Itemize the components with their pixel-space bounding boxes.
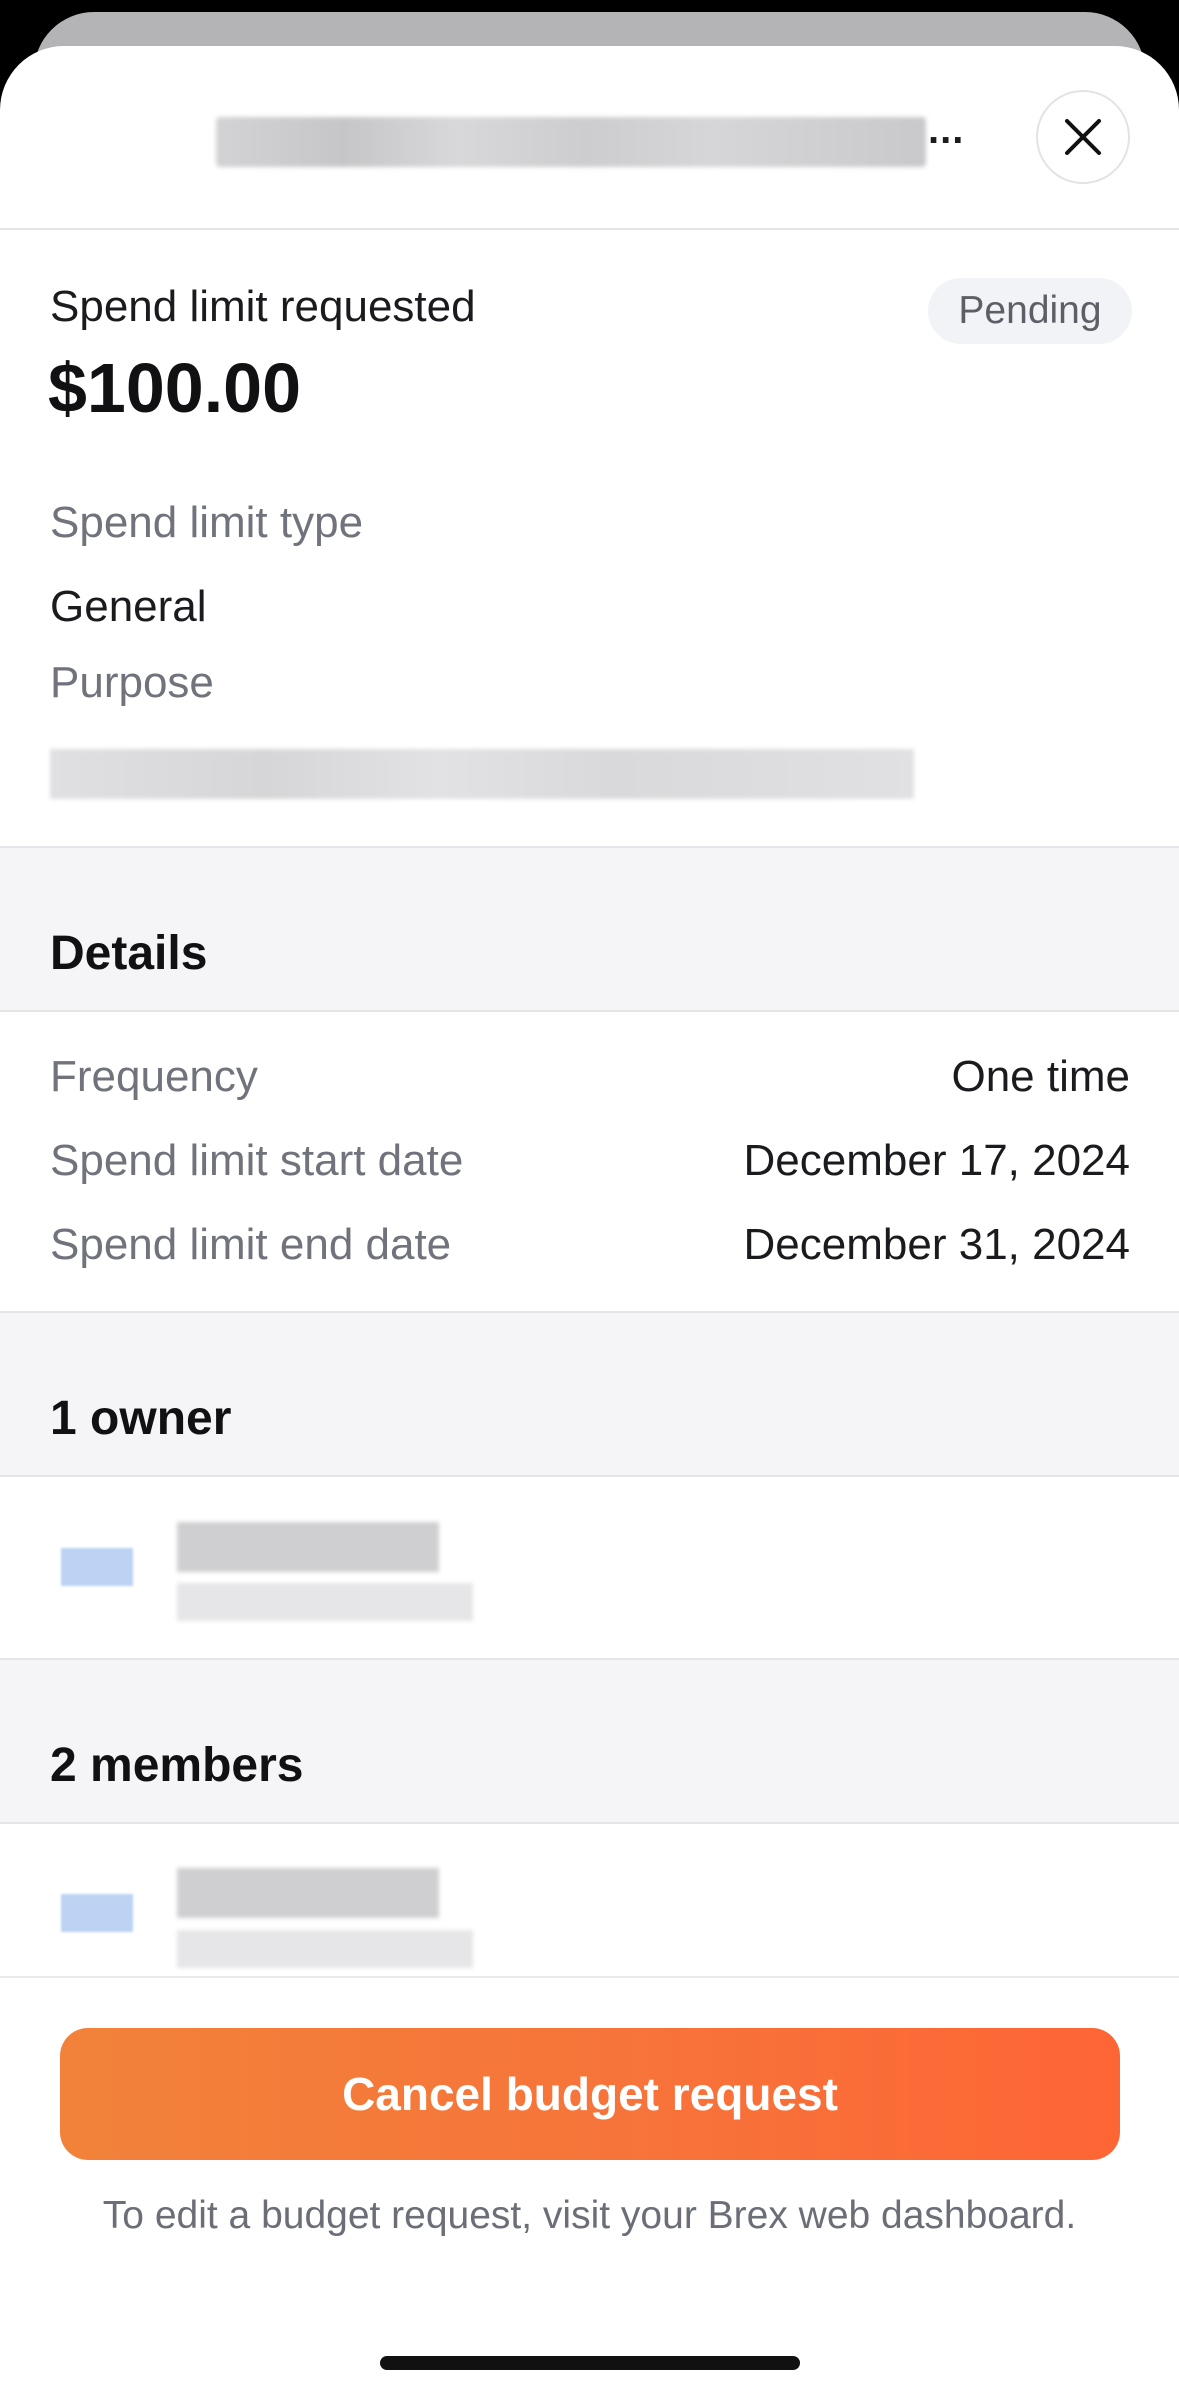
detail-value: December 31, 2024 bbox=[743, 1220, 1130, 1269]
details-section-header: Details bbox=[0, 846, 1179, 1012]
details-heading: Details bbox=[50, 927, 208, 980]
close-icon bbox=[1065, 119, 1101, 155]
member-name-redacted bbox=[177, 1868, 439, 1918]
budget-request-sheet: ... Spend limit requested Pending $100.0… bbox=[0, 46, 1179, 2396]
sheet-title-ellipsis: ... bbox=[928, 108, 965, 152]
avatar bbox=[61, 1894, 133, 1932]
detail-label: Spend limit start date bbox=[50, 1136, 464, 1185]
sheet-header: ... bbox=[0, 46, 1179, 230]
requested-amount: $100.00 bbox=[48, 349, 302, 427]
detail-value: December 17, 2024 bbox=[743, 1136, 1130, 1185]
sheet-title-redacted bbox=[216, 117, 926, 167]
detail-row-end-date: Spend limit end date December 31, 2024 bbox=[50, 1220, 1130, 1280]
detail-label: Frequency bbox=[50, 1052, 258, 1101]
purpose-label: Purpose bbox=[50, 658, 214, 707]
member-detail-redacted bbox=[177, 1930, 473, 1968]
members-section-header: 2 members bbox=[0, 1658, 1179, 1824]
owners-section-header: 1 owner bbox=[0, 1311, 1179, 1477]
sheet-footer: Cancel budget request To edit a budget r… bbox=[0, 1976, 1179, 2396]
detail-row-start-date: Spend limit start date December 17, 2024 bbox=[50, 1136, 1130, 1196]
home-indicator bbox=[380, 2356, 800, 2370]
detail-label: Spend limit end date bbox=[50, 1220, 452, 1269]
purpose-value-redacted bbox=[50, 749, 914, 799]
detail-row-frequency: Frequency One time bbox=[50, 1052, 1130, 1112]
spend-limit-type-label: Spend limit type bbox=[50, 498, 364, 547]
spend-limit-type-value: General bbox=[50, 582, 207, 631]
close-button[interactable] bbox=[1036, 90, 1130, 184]
owners-heading: 1 owner bbox=[50, 1392, 232, 1445]
status-badge: Pending bbox=[928, 278, 1132, 344]
avatar bbox=[61, 1548, 133, 1586]
cancel-budget-request-button[interactable]: Cancel budget request bbox=[60, 2028, 1120, 2160]
owner-name-redacted bbox=[177, 1522, 439, 1572]
members-heading: 2 members bbox=[50, 1739, 304, 1792]
spend-limit-requested-label: Spend limit requested bbox=[50, 282, 476, 331]
detail-value: One time bbox=[951, 1052, 1130, 1101]
edit-request-note: To edit a budget request, visit your Bre… bbox=[102, 2194, 1077, 2237]
owner-detail-redacted bbox=[177, 1583, 473, 1621]
